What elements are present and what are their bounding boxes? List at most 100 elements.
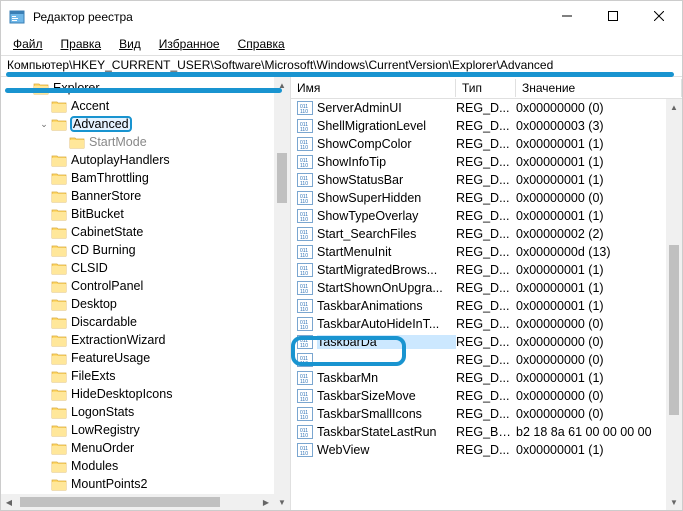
chevron-right-icon[interactable] — [37, 441, 51, 455]
svg-text:110: 110 — [300, 325, 308, 331]
chevron-right-icon[interactable] — [37, 189, 51, 203]
chevron-right-icon[interactable] — [37, 243, 51, 257]
chevron-right-icon[interactable] — [37, 207, 51, 221]
menu-favorites[interactable]: Избранное — [151, 35, 228, 53]
column-type[interactable]: Тип — [456, 79, 516, 97]
chevron-right-icon[interactable] — [37, 369, 51, 383]
tree-item[interactable]: HideDesktopIcons — [1, 385, 290, 403]
value-row[interactable]: 011110TaskbarSmallIconsREG_D...0x0000000… — [291, 405, 682, 423]
close-button[interactable] — [636, 1, 682, 31]
tree-scrollbar[interactable]: ▲ ▼ — [274, 77, 290, 510]
tree-item[interactable]: Desktop — [1, 295, 290, 313]
tree-item[interactable]: BannerStore — [1, 187, 290, 205]
value-row[interactable]: 011110Start_SearchFilesREG_D...0x0000000… — [291, 225, 682, 243]
tree-item[interactable]: BitBucket — [1, 205, 290, 223]
chevron-right-icon[interactable] — [37, 351, 51, 365]
minimize-button[interactable] — [544, 1, 590, 31]
chevron-right-icon[interactable] — [37, 297, 51, 311]
tree-item-label: Advanced — [71, 117, 131, 131]
chevron-right-icon[interactable] — [37, 171, 51, 185]
tree-item[interactable]: ExtractionWizard — [1, 331, 290, 349]
value-row[interactable]: 011110ServerAdminUIREG_D...0x00000000 (0… — [291, 99, 682, 117]
tree-item[interactable]: Discardable — [1, 313, 290, 331]
value-row[interactable]: 011110StartMigratedBrows...REG_D...0x000… — [291, 261, 682, 279]
value-row[interactable]: 011110StartShownOnUpgra...REG_D...0x0000… — [291, 279, 682, 297]
tree-item[interactable]: FeatureUsage — [1, 349, 290, 367]
value-name: ShellMigrationLevel — [317, 119, 456, 133]
chevron-right-icon[interactable] — [37, 315, 51, 329]
value-row[interactable]: 011110TaskbarStateLastRunREG_BI...b2 18 … — [291, 423, 682, 441]
value-row[interactable]: 011110ShowTypeOverlayREG_D...0x00000001 … — [291, 207, 682, 225]
value-row[interactable]: 011110TaskbarDaREG_D...0x00000000 (0) — [291, 333, 682, 351]
scroll-down-icon[interactable]: ▼ — [274, 494, 290, 510]
tree-item-label: CD Burning — [71, 243, 136, 257]
scroll-thumb[interactable] — [669, 245, 679, 415]
value-row[interactable]: 011110ShowCompColorREG_D...0x00000001 (1… — [291, 135, 682, 153]
dword-value-icon: 011110 — [297, 245, 313, 259]
tree-item[interactable]: MountPoints2 — [1, 475, 290, 493]
dword-value-icon: 011110 — [297, 443, 313, 457]
tree-item[interactable]: LogonStats — [1, 403, 290, 421]
tree-item[interactable]: ControlPanel — [1, 277, 290, 295]
address-bar[interactable]: Компьютер\HKEY_CURRENT_USER\Software\Mic… — [1, 55, 682, 77]
chevron-right-icon[interactable] — [37, 225, 51, 239]
tree-item[interactable]: ⌄ Advanced — [1, 115, 290, 133]
tree-item[interactable]: MenuOrder — [1, 439, 290, 457]
tree-item[interactable]: LowRegistry — [1, 421, 290, 439]
tree-item[interactable]: CLSID — [1, 259, 290, 277]
tree-item[interactable]: BamThrottling — [1, 169, 290, 187]
chevron-right-icon[interactable] — [37, 279, 51, 293]
tree-item-label: ControlPanel — [71, 279, 143, 293]
chevron-right-icon[interactable] — [55, 135, 69, 149]
maximize-button[interactable] — [590, 1, 636, 31]
chevron-right-icon[interactable] — [37, 387, 51, 401]
tree-item[interactable]: Accent — [1, 97, 290, 115]
scroll-down-icon[interactable]: ▼ — [666, 494, 682, 510]
scroll-thumb[interactable] — [20, 497, 220, 507]
tree-item[interactable]: Modules — [1, 457, 290, 475]
chevron-down-icon[interactable]: ⌄ — [37, 117, 51, 131]
chevron-right-icon[interactable] — [37, 261, 51, 275]
value-name: StartShownOnUpgra... — [317, 281, 456, 295]
column-value[interactable]: Значение — [516, 79, 682, 97]
value-name: StartMenuInit — [317, 245, 456, 259]
menu-file[interactable]: Файл — [5, 35, 51, 53]
tree-item[interactable]: StartMode — [1, 133, 290, 151]
value-row[interactable]: 011110WebViewREG_D...0x00000001 (1) — [291, 441, 682, 459]
menu-help[interactable]: Справка — [230, 35, 293, 53]
tree-scrollbar-h[interactable]: ◀ ▶ — [1, 494, 274, 510]
chevron-right-icon[interactable] — [37, 99, 51, 113]
value-data: 0x00000001 (1) — [516, 173, 682, 187]
value-type: REG_D... — [456, 281, 516, 295]
menu-view[interactable]: Вид — [111, 35, 149, 53]
menu-edit[interactable]: Правка — [53, 35, 110, 53]
chevron-right-icon[interactable] — [37, 423, 51, 437]
tree-item[interactable]: CD Burning — [1, 241, 290, 259]
chevron-right-icon[interactable] — [37, 477, 51, 491]
value-row[interactable]: 011110TaskbarMnREG_D...0x00000001 (1) — [291, 369, 682, 387]
scroll-left-icon[interactable]: ◀ — [1, 494, 17, 510]
value-row[interactable]: 011110ShowStatusBarREG_D...0x00000001 (1… — [291, 171, 682, 189]
value-row[interactable]: 011110ShowInfoTipREG_D...0x00000001 (1) — [291, 153, 682, 171]
value-type: REG_D... — [456, 155, 516, 169]
value-row[interactable]: 011110TaskbarAnimationsREG_D...0x0000000… — [291, 297, 682, 315]
tree-item-label: LogonStats — [71, 405, 134, 419]
value-row[interactable]: 011110TaskbarAutoHideInT...REG_D...0x000… — [291, 315, 682, 333]
chevron-right-icon[interactable] — [37, 405, 51, 419]
value-row[interactable]: 011110TaskbarSizeMoveREG_D...0x00000000 … — [291, 387, 682, 405]
chevron-right-icon[interactable] — [37, 333, 51, 347]
value-row[interactable]: 011110REG_D...0x00000000 (0) — [291, 351, 682, 369]
chevron-right-icon[interactable] — [37, 459, 51, 473]
value-row[interactable]: 011110ShowSuperHiddenREG_D...0x00000000 … — [291, 189, 682, 207]
list-scrollbar[interactable]: ▲ ▼ — [666, 99, 682, 510]
scroll-right-icon[interactable]: ▶ — [258, 494, 274, 510]
chevron-right-icon[interactable] — [37, 153, 51, 167]
scroll-up-icon[interactable]: ▲ — [666, 99, 682, 115]
value-row[interactable]: 011110StartMenuInitREG_D...0x0000000d (1… — [291, 243, 682, 261]
value-row[interactable]: 011110ShellMigrationLevelREG_D...0x00000… — [291, 117, 682, 135]
tree-item[interactable]: CabinetState — [1, 223, 290, 241]
tree-item[interactable]: AutoplayHandlers — [1, 151, 290, 169]
tree-item[interactable]: FileExts — [1, 367, 290, 385]
scroll-thumb[interactable] — [277, 153, 287, 203]
column-name[interactable]: Имя — [291, 79, 456, 97]
